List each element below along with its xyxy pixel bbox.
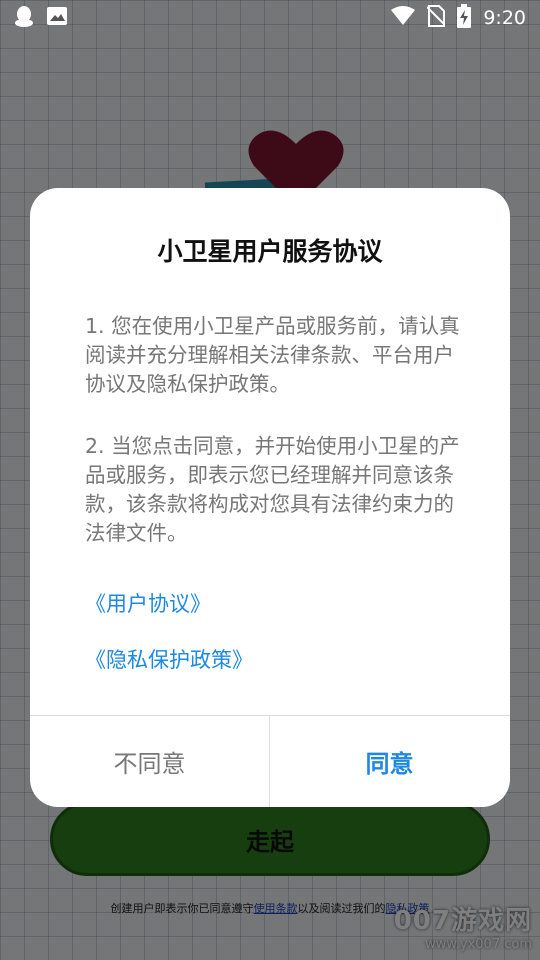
agreement-paragraph-2: 2. 当您点击同意，并开始使用小卫星的产品或服务，即表示您已经理解并同意该条款，…: [85, 434, 460, 545]
agree-button[interactable]: 同意: [270, 716, 509, 807]
status-bar: 9:20: [0, 0, 540, 36]
battery-charging-icon: [457, 4, 472, 32]
agreement-paragraph-1: 1. 您在使用小卫星产品或服务前，请认真阅读并充分理解相关法律条款、平台用户协议…: [85, 314, 460, 396]
qq-icon: [14, 5, 34, 31]
dialog-title: 小卫星用户服务协议: [157, 237, 383, 266]
no-sim-icon: [426, 5, 447, 31]
user-agreement-dialog: 小卫星用户服务协议 1. 您在使用小卫星产品或服务前，请认真阅读并充分理解相关法…: [30, 188, 510, 807]
disagree-button[interactable]: 不同意: [30, 716, 269, 807]
user-agreement-link[interactable]: 《用户协议》: [85, 588, 211, 618]
wifi-icon: [391, 6, 416, 30]
privacy-protection-policy-link[interactable]: 《隐私保护政策》: [85, 644, 253, 674]
image-icon: [46, 6, 68, 30]
clock: 9:20: [483, 7, 526, 29]
